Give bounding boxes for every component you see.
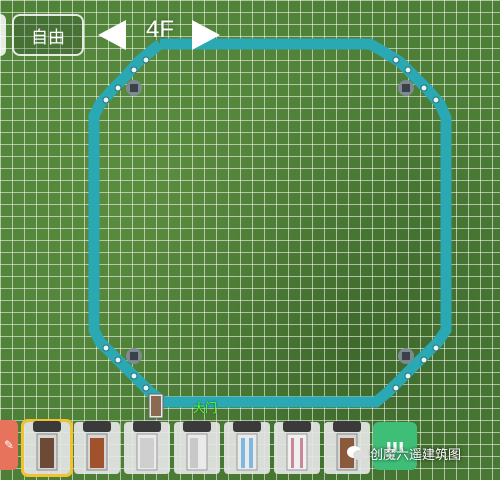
door-icon (286, 433, 308, 471)
slot-tab (83, 421, 111, 432)
toolbar-slot-5[interactable] (224, 421, 270, 474)
edit-tool-button[interactable]: ✎ (0, 420, 18, 470)
door-icon (86, 433, 108, 471)
door-icon (136, 433, 158, 471)
prev-floor-arrow-icon[interactable] (98, 20, 126, 50)
toolbar-slot-4[interactable] (174, 421, 220, 474)
build-grid[interactable] (0, 0, 500, 480)
floor-label: 4F (145, 16, 174, 43)
mode-label: 自由 (31, 27, 65, 48)
pencil-icon: ✎ (3, 438, 15, 452)
slot-tab (233, 421, 261, 432)
slot-tab (283, 421, 311, 432)
door-icon (186, 433, 208, 471)
watermark-text: 创魔六遥建筑图 (370, 447, 462, 463)
slot-tab (333, 421, 361, 432)
door-label: 大门 (193, 401, 218, 415)
toolbar-slot-1[interactable] (21, 419, 73, 477)
next-floor-arrow-icon[interactable] (192, 20, 220, 50)
pillar-bottom-left[interactable] (126, 348, 142, 364)
slot-tab (183, 421, 211, 432)
toolbar-slot-3[interactable] (124, 421, 170, 474)
side-handle[interactable] (0, 14, 6, 56)
pillar-top-right[interactable] (398, 80, 414, 96)
pillar-bottom-right[interactable] (398, 348, 414, 364)
toolbar-slot-6[interactable] (274, 421, 320, 474)
floor-plan (88, 38, 452, 419)
wechat-icon (347, 446, 365, 460)
door-icon (36, 433, 58, 471)
watermark: 创魔六遥建筑图 (346, 443, 496, 463)
slot-tab (133, 421, 161, 432)
pillar-top-left[interactable] (126, 80, 142, 96)
mode-button[interactable]: 自由 (12, 14, 84, 56)
main-door[interactable] (148, 393, 164, 419)
wall-outline[interactable] (88, 38, 452, 408)
door-icon (236, 433, 258, 471)
toolbar-slot-2[interactable] (74, 421, 120, 474)
corner-markers (102, 56, 440, 392)
slot-tab (33, 421, 61, 432)
